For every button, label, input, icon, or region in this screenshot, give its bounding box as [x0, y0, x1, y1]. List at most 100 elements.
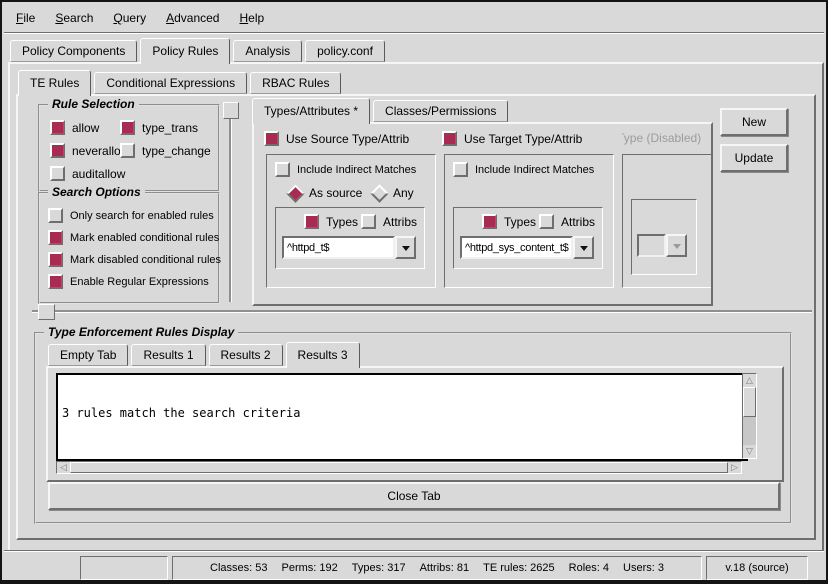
checkbox-mark-disabled-conditional[interactable]: Mark disabled conditional rules [48, 252, 221, 267]
checkbox-target-indirect[interactable]: Include Indirect Matches [453, 162, 594, 177]
checkbox-only-enabled-rules[interactable]: Only search for enabled rules [48, 208, 214, 223]
menu-item-help[interactable]: Help [229, 7, 274, 29]
stat-perms: Perms: 192 [282, 562, 338, 574]
checkbox-indicator [482, 214, 497, 229]
types-attributes-panel: Use Source Type/Attrib Include Indirect … [252, 122, 713, 306]
source-combo-arrow-button[interactable] [395, 236, 416, 259]
results-tab-2[interactable]: Results 2 [209, 344, 283, 366]
tab-types-attributes[interactable]: Types/Attributes * [252, 98, 370, 124]
results-vertical-scrollbar[interactable]: △ ▽ [742, 373, 757, 459]
results-panel: 3 rules match the search criteria (5822)… [46, 366, 784, 482]
checkbox-mark-enabled-conditional[interactable]: Mark enabled conditional rules [48, 230, 219, 245]
scroll-left-icon[interactable]: ◁ [57, 462, 70, 473]
vertical-scroll-trough[interactable] [743, 417, 756, 445]
chevron-down-icon [402, 246, 410, 255]
checkbox-label: auditallow [72, 167, 125, 181]
checkbox-indicator [304, 214, 319, 229]
results-blank-line [62, 451, 742, 461]
main-tab-policy-conf[interactable]: policy.conf [305, 40, 385, 62]
checkbox-label: Types [504, 215, 536, 229]
default-type-combobox [637, 234, 687, 257]
checkbox-label: Attribs [383, 215, 417, 229]
sub-tab-te-rules[interactable]: TE Rules [18, 70, 91, 96]
horizontal-sash[interactable] [32, 310, 812, 313]
app-window: File Search Query Advanced Help Policy C… [0, 0, 828, 584]
horizontal-scroll-thumb[interactable] [70, 462, 728, 473]
checkbox-label: allow [72, 121, 99, 135]
checkbox-label: Attribs [561, 215, 595, 229]
checkbox-label: Use Source Type/Attrib [286, 132, 409, 146]
radio-any[interactable]: Any [373, 186, 414, 200]
checkbox-indicator [50, 166, 65, 181]
checkbox-indicator [48, 208, 63, 223]
checkbox-target-types[interactable]: Types [482, 214, 536, 229]
close-tab-button[interactable]: Close Tab [48, 482, 780, 510]
results-tab-3[interactable]: Results 3 [286, 342, 360, 368]
results-summary: 3 rules match the search criteria [62, 406, 742, 421]
checkbox-source-attribs[interactable]: Attribs [361, 214, 417, 229]
checkbox-type-change[interactable]: type_change [120, 143, 211, 158]
results-tab-1[interactable]: Results 1 [131, 344, 205, 366]
rule-selection-title: Rule Selection [48, 97, 139, 111]
scroll-right-icon[interactable]: ▷ [728, 462, 741, 473]
types-attrib-tab-bar: Types/Attributes * Classes/Permissions [252, 100, 511, 124]
checkbox-neverallow[interactable]: neverallow [50, 143, 129, 158]
checkbox-target-attribs[interactable]: Attribs [539, 214, 595, 229]
default-type-inner-frame [631, 199, 697, 275]
statusbar-separator [4, 550, 824, 552]
default-combo-arrow-button [666, 234, 687, 257]
scroll-down-icon[interactable]: ▽ [743, 445, 756, 458]
radio-indicator [370, 184, 388, 202]
radio-label: As source [309, 186, 362, 200]
vertical-sash[interactable] [229, 116, 232, 302]
checkbox-auditallow[interactable]: auditallow [50, 166, 125, 181]
horizontal-sash-handle[interactable] [38, 304, 55, 320]
checkbox-indicator [50, 143, 65, 158]
statusbar-stats-cell: Classes: 53 Perms: 192 Types: 317 Attrib… [172, 556, 702, 580]
target-type-combo-value[interactable]: ^httpd_sys_content_t$ [460, 236, 573, 259]
menu-item-advanced[interactable]: Advanced [156, 7, 229, 29]
target-combo-arrow-button[interactable] [573, 236, 594, 259]
checkbox-indicator [120, 120, 135, 135]
vertical-sash-handle[interactable] [223, 102, 239, 119]
checkbox-indicator [453, 162, 468, 177]
stat-users: Users: 3 [623, 562, 664, 574]
menu-bar: File Search Query Advanced Help [6, 5, 824, 31]
checkbox-indicator [361, 214, 376, 229]
new-button[interactable]: New [720, 108, 788, 136]
menu-item-query[interactable]: Query [103, 7, 156, 29]
checkbox-indicator [264, 131, 279, 146]
checkbox-enable-regex[interactable]: Enable Regular Expressions [48, 274, 209, 289]
scroll-up-icon[interactable]: △ [743, 374, 756, 387]
search-options-title: Search Options [48, 185, 145, 199]
stat-te-rules: TE rules: 2625 [483, 562, 555, 574]
main-tab-policy-components[interactable]: Policy Components [10, 40, 137, 62]
checkbox-label: Enable Regular Expressions [70, 276, 209, 288]
checkbox-allow[interactable]: allow [50, 120, 99, 135]
main-tab-policy-rules[interactable]: Policy Rules [140, 38, 230, 64]
results-tab-empty[interactable]: Empty Tab [48, 344, 128, 366]
sub-tab-conditional-expressions[interactable]: Conditional Expressions [94, 72, 247, 94]
radio-as-source[interactable]: As source [289, 186, 362, 200]
checkbox-type-trans[interactable]: type_trans [120, 120, 198, 135]
checkbox-indicator [539, 214, 554, 229]
stat-types: Types: 317 [352, 562, 406, 574]
update-button[interactable]: Update [720, 144, 788, 172]
source-type-combo-value[interactable]: ^httpd_t$ [282, 236, 395, 259]
checkbox-source-types[interactable]: Types [304, 214, 358, 229]
checkbox-source-indirect[interactable]: Include Indirect Matches [275, 162, 416, 177]
checkbox-use-source-type[interactable]: Use Source Type/Attrib [264, 131, 409, 146]
tab-classes-permissions[interactable]: Classes/Permissions [373, 100, 508, 122]
menu-item-search[interactable]: Search [45, 7, 103, 29]
results-horizontal-scrollbar[interactable]: ◁ ▷ [56, 461, 742, 474]
chevron-down-icon [580, 246, 588, 255]
menu-item-file[interactable]: File [6, 7, 45, 29]
sub-tab-rbac-rules[interactable]: RBAC Rules [250, 72, 341, 94]
stat-roles: Roles: 4 [569, 562, 609, 574]
checkbox-label: Mark disabled conditional rules [70, 254, 221, 266]
checkbox-use-target-type[interactable]: Use Target Type/Attrib [442, 131, 582, 146]
vertical-scroll-thumb[interactable] [743, 387, 756, 417]
checkbox-indicator [120, 143, 135, 158]
results-text-area[interactable]: 3 rules match the search criteria (5822)… [56, 373, 748, 461]
main-tab-analysis[interactable]: Analysis [233, 40, 302, 62]
